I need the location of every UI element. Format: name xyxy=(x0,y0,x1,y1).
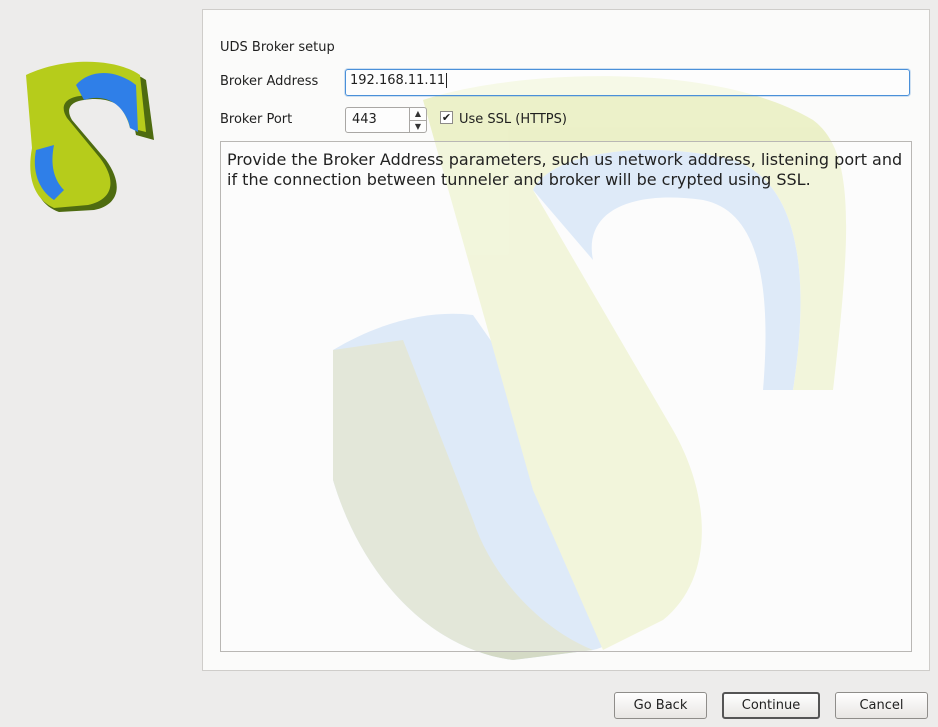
broker-address-input[interactable]: 192.168.11.11 xyxy=(345,69,910,96)
broker-port-value: 443 xyxy=(352,112,377,127)
use-ssl-checkbox[interactable]: ✔ xyxy=(440,111,453,124)
continue-button[interactable]: Continue xyxy=(722,692,820,719)
setup-panel: UDS Broker setup Broker Address 192.168.… xyxy=(202,9,930,671)
setup-title: UDS Broker setup xyxy=(220,40,335,55)
uds-logo-icon xyxy=(26,61,154,212)
description-text: Provide the Broker Address parameters, s… xyxy=(220,141,912,652)
broker-port-label: Broker Port xyxy=(220,112,293,127)
use-ssl-label[interactable]: Use SSL (HTTPS) xyxy=(459,112,567,127)
cancel-button[interactable]: Cancel xyxy=(835,692,928,719)
broker-address-value: 192.168.11.11 xyxy=(350,73,446,88)
go-back-button[interactable]: Go Back xyxy=(614,692,707,719)
spin-up-icon[interactable]: ▲ xyxy=(410,108,426,120)
broker-port-spinbox[interactable]: 443 ▲ ▼ xyxy=(345,107,427,133)
spin-down-icon[interactable]: ▼ xyxy=(410,119,426,133)
broker-address-label: Broker Address xyxy=(220,74,319,89)
checkmark-icon: ✔ xyxy=(441,111,452,124)
